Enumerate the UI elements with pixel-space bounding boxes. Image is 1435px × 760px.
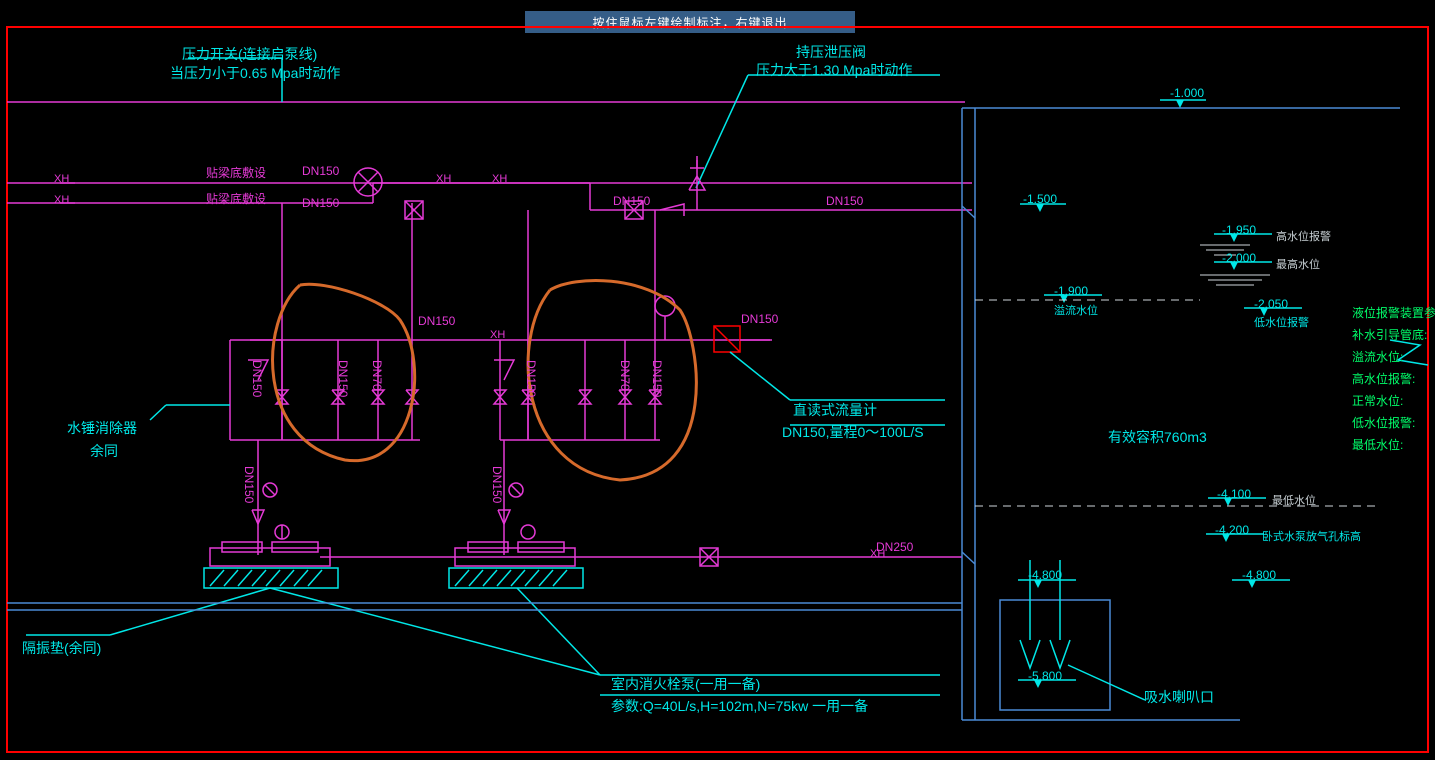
- pipe-dn150-g: DN150: [741, 312, 778, 326]
- note-vent: 卧式水泵放气孔标高: [1262, 528, 1361, 544]
- pipe-dn150-e: DN150: [418, 314, 455, 328]
- param-title: 液位报警装置参数:: [1352, 304, 1435, 321]
- level-1000: -1.000: [1170, 86, 1204, 100]
- label-pressure-switch-1: 压力开关(连接启泵线): [182, 44, 317, 64]
- level-2050: -2.050: [1254, 297, 1288, 311]
- xh-mark: XH: [54, 194, 69, 206]
- pipe-dn150-v4: DN150: [650, 360, 664, 397]
- level-2000: -2.000: [1222, 251, 1256, 265]
- label-beam-2: 贴梁底敷设: [206, 190, 266, 207]
- label-suction: 吸水喇叭口: [1144, 687, 1214, 707]
- label-flowmeter-2: DN150,量程0～100L/S: [782, 422, 924, 442]
- pipe-dn150-c: DN150: [613, 194, 650, 208]
- param-2: 溢流水位:: [1352, 348, 1403, 365]
- pipe-dn150-a: DN150: [302, 164, 339, 178]
- label-hammer-1: 水锤消除器: [67, 418, 137, 438]
- label-pump-1: 室内消火栓泵(一用一备): [611, 674, 760, 694]
- param-3: 高水位报警:: [1352, 370, 1415, 387]
- label-pressure-switch-2: 当压力小于0.65 Mpa时动作: [170, 63, 340, 83]
- level-4200: -4.200: [1215, 523, 1249, 537]
- xh-mark: XH: [54, 173, 69, 185]
- note-hi-alarm: 高水位报警: [1276, 228, 1331, 244]
- xh-mark: XH: [492, 173, 507, 185]
- note-max: 最高水位: [1276, 256, 1320, 272]
- level-5800: -5.800: [1028, 669, 1062, 683]
- param-4: 正常水位:: [1352, 392, 1403, 409]
- label-pump-2: 参数:Q=40L/s,H=102m,N=75kw 一用一备: [611, 696, 868, 716]
- pipe-dn150-b: DN150: [302, 196, 339, 210]
- level-4800a: -4.800: [1028, 568, 1062, 582]
- level-4100: -4.100: [1217, 487, 1251, 501]
- label-relief-valve-1: 持压泄压阀: [796, 42, 866, 62]
- label-volume: 有效容积760m3: [1108, 427, 1207, 447]
- level-1900: -1.900: [1054, 284, 1088, 298]
- pipe-dn70-a: DN70: [370, 360, 384, 391]
- label-hammer-2: 余同: [90, 441, 118, 461]
- level-1500: -1.500: [1023, 192, 1057, 206]
- label-pad: 隔振垫(余同): [22, 638, 101, 658]
- note-overflow: 溢流水位: [1054, 302, 1098, 318]
- pipe-dn150-v5: DN150: [242, 466, 256, 503]
- diagram-canvas: [0, 0, 1435, 760]
- label-flowmeter-1: 直读式流量计: [793, 400, 877, 420]
- level-4800b: -4.800: [1242, 568, 1276, 582]
- param-1: 补水引导管底:: [1352, 326, 1427, 343]
- pipe-dn150-v2: DN150: [336, 360, 350, 397]
- xh-mark: XH: [436, 173, 451, 185]
- xh-mark: XH: [870, 548, 885, 560]
- note-low-alarm: 低水位报警: [1254, 314, 1309, 330]
- param-5: 低水位报警:: [1352, 414, 1415, 431]
- param-6: 最低水位:: [1352, 436, 1403, 453]
- level-1950: -1.950: [1222, 223, 1256, 237]
- label-relief-valve-2: 压力大于1.30 Mpa时动作: [756, 60, 912, 80]
- note-min: 最低水位: [1272, 492, 1316, 508]
- xh-mark: XH: [490, 329, 505, 341]
- pipe-dn150-v1: DN150: [250, 360, 264, 397]
- pipe-dn150-v3: DN150: [524, 360, 538, 397]
- pipe-dn150-v6: DN150: [490, 466, 504, 503]
- pipe-dn150-d: DN150: [826, 194, 863, 208]
- pipe-dn70-b: DN70: [618, 360, 632, 391]
- label-beam-1: 贴梁底敷设: [206, 164, 266, 181]
